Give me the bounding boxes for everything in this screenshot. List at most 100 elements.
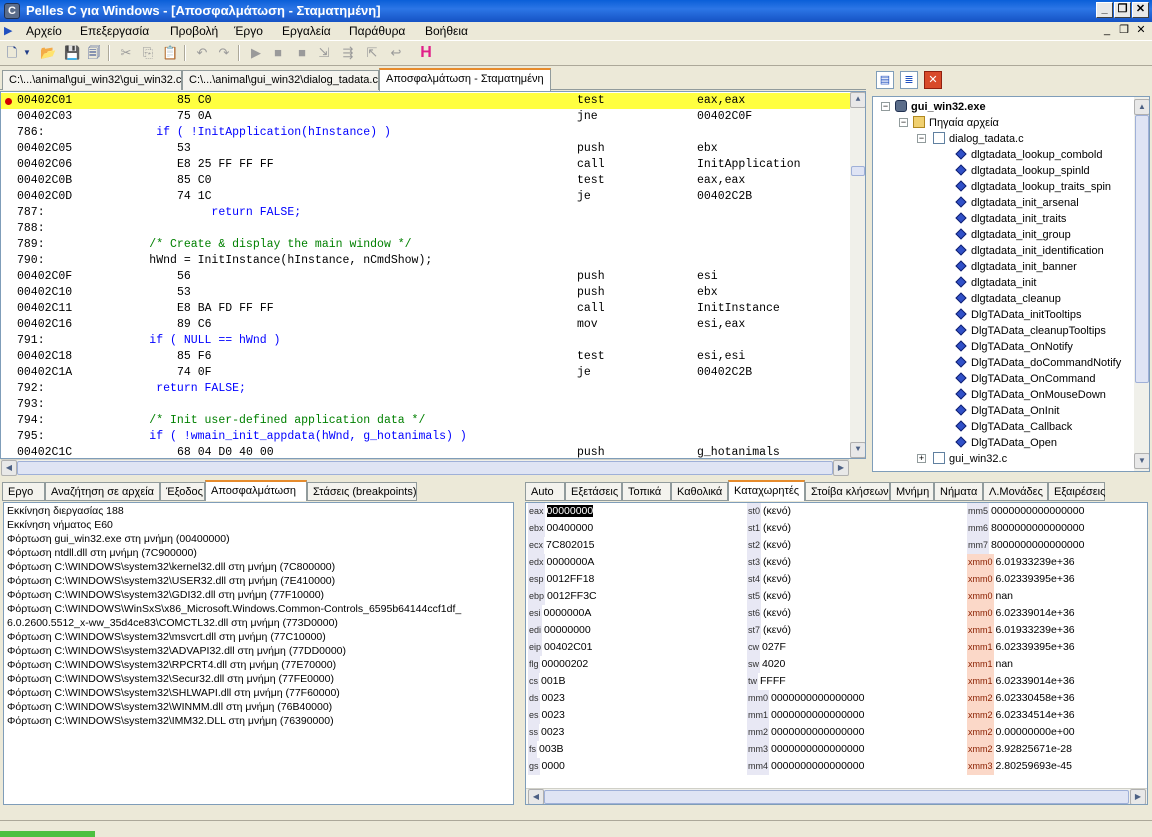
register-cell[interactable]: mm6 8000000000000000 [967, 520, 1084, 537]
tab-watch[interactable]: Εξετάσεις [565, 482, 622, 501]
reg-hscroll-thumb[interactable] [544, 790, 1129, 804]
tab-breakpoints[interactable]: Στάσεις (breakpoints) [307, 482, 417, 501]
editor-hscroll-thumb[interactable] [17, 461, 833, 475]
asm-line[interactable]: 00402C03 75 0A jne 00402C0F [1, 109, 851, 125]
register-cell[interactable]: xmm1 6.02339014e+36 [967, 673, 1075, 690]
register-cell[interactable]: st0 (κενό) [747, 503, 791, 520]
tree-function-item[interactable]: dlgtadata_cleanup [955, 291, 1061, 307]
tab-gui-win32-c[interactable]: C:\...\animal\gui_win32\gui_win32.c [2, 70, 182, 90]
register-cell[interactable]: cs 001B [528, 673, 566, 690]
breakpoint-icon[interactable] [5, 98, 12, 105]
register-value[interactable]: 027F [762, 641, 786, 653]
asm-line[interactable]: 00402C11 E8 BA FD FF FF call InitInstance [1, 301, 851, 317]
tree-file-dialog-tadata[interactable]: dialog_tadata.c [933, 131, 1024, 147]
register-value[interactable]: 0023 [542, 709, 565, 721]
close-project-icon[interactable]: ✕ [924, 71, 942, 89]
debug-output-log[interactable]: Εκκίνηση διεργασίας 188 Εκκίνηση νήματος … [3, 502, 514, 805]
step-over-icon[interactable]: ⇶ [340, 45, 356, 61]
source-line[interactable]: 786: if ( !InitApplication(hInstance) ) [1, 125, 851, 141]
register-value[interactable]: 6.02330458e+36 [996, 692, 1075, 704]
asm-line[interactable]: 00402C0D 74 1C je 00402C2B [1, 189, 851, 205]
scroll-left-icon[interactable]: ◀ [1, 460, 17, 476]
tab-memory[interactable]: Μνήμη [890, 482, 934, 501]
register-cell[interactable]: sw 4020 [747, 656, 785, 673]
register-value[interactable]: nan [996, 590, 1014, 602]
tree-function-item[interactable]: DlgTAData_OnMouseDown [955, 387, 1106, 403]
restore-button[interactable]: ❐ [1114, 2, 1131, 18]
tree-function-item[interactable]: DlgTAData_OnNotify [955, 339, 1073, 355]
menu-edit[interactable]: Επεξεργασία [80, 24, 149, 38]
register-cell[interactable]: xmm0 nan [967, 588, 1013, 605]
asm-line[interactable]: 00402C0B 85 C0 test eax,eax [1, 173, 851, 189]
tab-debug[interactable]: Αποσφαλμάτωση [205, 480, 307, 501]
register-cell[interactable]: xmm2 6.02330458e+36 [967, 690, 1075, 707]
register-value[interactable]: 6.02334514e+36 [996, 709, 1075, 721]
tree-file-gui-win32[interactable]: gui_win32.c [933, 451, 1007, 467]
tree-function-item[interactable]: dlgtadata_init_arsenal [955, 195, 1079, 211]
tab-registers[interactable]: Καταχωρητές [728, 480, 805, 501]
asm-line[interactable]: 00402C01 85 C0 test eax,eax [1, 93, 851, 109]
tree-folder-sources[interactable]: Πηγαία αρχεία [913, 115, 999, 131]
editor-hscroll-track[interactable]: ◀ ▶ [1, 459, 849, 476]
register-value[interactable]: 0000000000000000 [771, 692, 864, 704]
source-line[interactable]: 787: return FALSE; [1, 205, 851, 221]
tree-function-item[interactable]: dlgtadata_lookup_combold [955, 147, 1103, 163]
mdi-arrow-icon[interactable]: ▶ [4, 24, 18, 38]
reg-scroll-right-icon[interactable]: ▶ [1130, 789, 1146, 804]
register-cell[interactable]: xmm2 6.02334514e+36 [967, 707, 1075, 724]
tree-function-item[interactable]: DlgTAData_doCommandNotify [955, 355, 1121, 371]
title-bar[interactable]: C Pelles C για Windows - [Αποσφαλμάτωση … [0, 0, 1152, 22]
tree-function-item[interactable]: DlgTAData_OnCommand [955, 371, 1096, 387]
register-value[interactable]: 3.92825671e-28 [996, 743, 1073, 755]
undo-icon[interactable]: ↶ [194, 45, 210, 61]
register-cell[interactable]: ebx 00400000 [528, 520, 593, 537]
registers-hscrollbar[interactable]: ◀ ▶ [526, 788, 1147, 804]
register-cell[interactable]: xmm0 6.01933239e+36 [967, 554, 1075, 571]
register-value[interactable]: 8000000000000000 [991, 522, 1084, 534]
hex-icon[interactable]: H [418, 45, 434, 61]
register-value[interactable]: (κενό) [763, 590, 791, 602]
register-cell[interactable]: eip 00402C01 [528, 639, 592, 656]
source-line[interactable]: 789: /* Create & display the main window… [1, 237, 851, 253]
register-value[interactable]: 00402C01 [544, 641, 592, 653]
register-cell[interactable]: xmm2 0.00000000e+00 [967, 724, 1075, 741]
register-cell[interactable]: es 0023 [528, 707, 565, 724]
source-line[interactable]: 795: if ( !wmain_init_appdata(hWnd, g_ho… [1, 429, 851, 445]
register-value[interactable]: FFFF [760, 675, 786, 687]
source-line[interactable]: 788: [1, 221, 851, 237]
source-line[interactable]: 790: hWnd = InitInstance(hInstance, nCmd… [1, 253, 851, 269]
go-icon[interactable]: ▶ [248, 45, 264, 61]
tab-globals[interactable]: Καθολικά [671, 482, 728, 501]
register-value[interactable]: 0000000000000000 [771, 726, 864, 738]
expand-file2-icon[interactable]: + [917, 454, 926, 463]
open-folder-icon[interactable]: 📂 [40, 45, 56, 61]
tree-function-item[interactable]: dlgtadata_init [955, 275, 1036, 291]
registers-view[interactable]: eax 00000000 ebx 00400000 ecx 7C802015 edx 0000… [525, 502, 1148, 805]
register-cell[interactable]: edx 0000000A [528, 554, 594, 571]
register-value[interactable]: (κενό) [763, 539, 791, 551]
source-line[interactable]: 794: /* Init user-defined application da… [1, 413, 851, 429]
source-line[interactable]: 791: if ( NULL == hWnd ) [1, 333, 851, 349]
register-cell[interactable]: ecx 7C802015 [528, 537, 594, 554]
register-value[interactable]: 6.02339014e+36 [996, 607, 1075, 619]
tab-call-stack[interactable]: Στοίβα κλήσεων [805, 482, 890, 501]
paste-icon[interactable]: 📋 [162, 45, 178, 61]
mdi-close-button[interactable]: ✕ [1134, 24, 1148, 37]
expand-root-icon[interactable]: − [881, 102, 890, 111]
register-value[interactable]: 0023 [541, 726, 564, 738]
register-cell[interactable]: st2 (κενό) [747, 537, 791, 554]
asm-line[interactable]: 00402C0F 56 push esi [1, 269, 851, 285]
register-cell[interactable]: mm7 8000000000000000 [967, 537, 1084, 554]
tab-threads[interactable]: Νήματα [934, 482, 983, 501]
copy-icon[interactable]: ⎘ [140, 45, 156, 61]
register-value[interactable]: 4020 [762, 658, 785, 670]
register-cell[interactable]: ds 0023 [528, 690, 565, 707]
disassembly-view[interactable]: 00402C01 85 C0 test eax,eax 00402C03 75 0A jne… [0, 91, 866, 459]
menu-window[interactable]: Παράθυρα [349, 24, 405, 38]
close-button[interactable]: ✕ [1132, 2, 1149, 18]
register-cell[interactable]: mm0 0000000000000000 [747, 690, 864, 707]
asm-line[interactable]: 00402C10 53 push ebx [1, 285, 851, 301]
tree-root[interactable]: gui_win32.exe [895, 99, 986, 115]
stop-icon[interactable]: ■ [270, 45, 286, 61]
tree-function-item[interactable]: DlgTAData_initTooltips [955, 307, 1081, 323]
